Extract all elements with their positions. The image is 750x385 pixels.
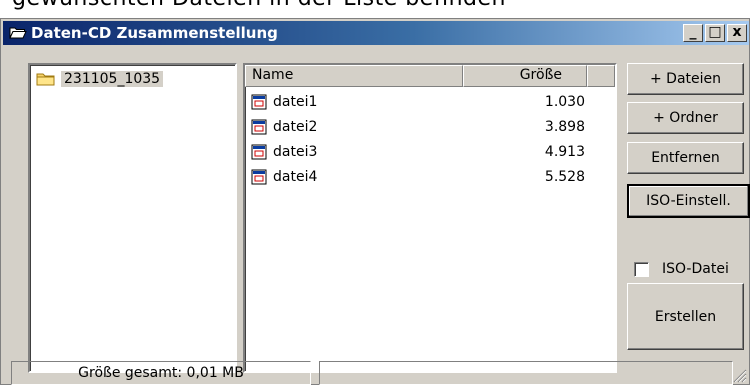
file-list[interactable]: Name Größe datei1 1.030 datei2 3.898 dat… — [243, 63, 617, 373]
file-size: 1.030 — [544, 93, 585, 110]
file-size: 5.528 — [544, 168, 585, 185]
resize-grip-icon[interactable] — [733, 369, 747, 383]
status-secondary — [319, 361, 733, 385]
file-row[interactable]: datei2 3.898 — [251, 114, 611, 139]
title-bar[interactable]: Daten-CD Zusammenstellung _ □ x — [3, 21, 749, 45]
file-icon — [251, 169, 267, 184]
status-total-size: Größe gesamt: 0,01 MB — [11, 361, 311, 385]
file-icon — [251, 94, 267, 109]
add-files-button[interactable]: + Dateien — [627, 63, 744, 95]
file-icon — [251, 119, 267, 134]
file-row[interactable]: datei3 4.913 — [251, 139, 611, 164]
status-bar: Größe gesamt: 0,01 MB — [3, 361, 749, 385]
add-folder-button[interactable]: + Ordner — [627, 102, 744, 134]
create-button[interactable]: Erstellen — [627, 283, 744, 350]
close-button[interactable]: x — [727, 24, 747, 42]
file-name: datei1 — [273, 93, 318, 110]
column-header-size[interactable]: Größe — [463, 65, 587, 87]
file-name: datei4 — [273, 168, 318, 185]
window-title: Daten-CD Zusammenstellung — [31, 24, 278, 42]
cd-compilation-window: Daten-CD Zusammenstellung _ □ x 231105_1… — [0, 18, 750, 385]
maximize-button[interactable]: □ — [705, 24, 725, 42]
iso-settings-button[interactable]: ISO-Einstell. — [627, 184, 750, 218]
remove-button[interactable]: Entfernen — [627, 142, 744, 174]
list-header: Name Größe — [245, 65, 615, 87]
file-size: 4.913 — [544, 143, 585, 160]
file-row[interactable]: datei4 5.528 — [251, 164, 611, 189]
file-name: datei3 — [273, 143, 318, 160]
column-header-filler — [587, 65, 615, 87]
iso-file-checkbox[interactable] — [634, 261, 649, 277]
iso-file-label: ISO-Datei — [662, 261, 729, 277]
column-header-name[interactable]: Name — [245, 65, 463, 87]
file-size: 3.898 — [544, 118, 585, 135]
minimize-button[interactable]: _ — [683, 24, 703, 42]
folder-icon — [36, 73, 55, 86]
folder-label: 231105_1035 — [61, 71, 164, 87]
iso-file-checkbox-row[interactable]: ISO-Datei — [634, 261, 729, 277]
file-name: datei2 — [273, 118, 318, 135]
folder-open-icon — [9, 27, 27, 39]
folder-tree[interactable]: 231105_1035 — [28, 63, 237, 373]
folder-item[interactable]: 231105_1035 — [36, 69, 164, 89]
file-icon — [251, 144, 267, 159]
file-row[interactable]: datei1 1.030 — [251, 89, 611, 114]
background-instruction-text: gewünschten Dateien in der Liste befinde… — [12, 0, 506, 11]
